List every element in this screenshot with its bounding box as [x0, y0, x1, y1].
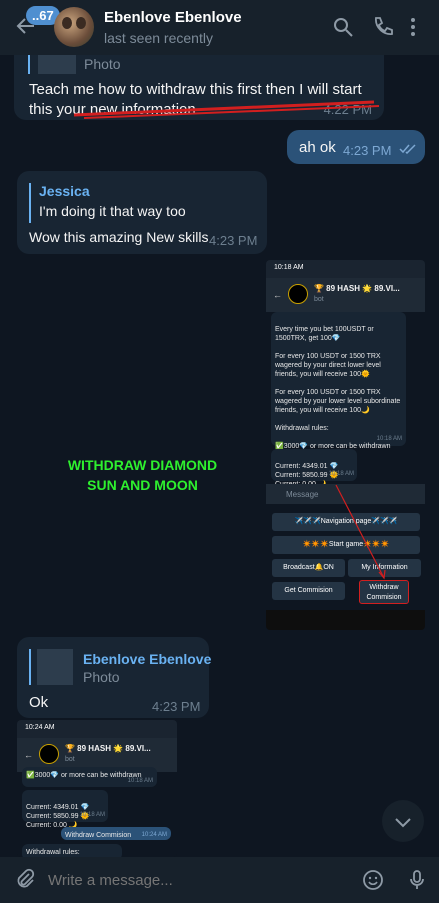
microphone-icon[interactable]	[405, 868, 429, 892]
bot-avatar	[39, 744, 59, 764]
more-icon[interactable]	[401, 15, 425, 39]
reply-subtitle: Photo	[83, 669, 120, 685]
message-bubble-outgoing[interactable]: ah ok 4:23 PM	[287, 130, 425, 164]
chat-status: last seen recently	[104, 30, 213, 46]
reply-preview[interactable]: Jessica I'm doing it that way too	[29, 183, 229, 223]
message-text: Wow this amazing New skills	[29, 229, 209, 245]
phone-time: 10:24 AM	[25, 724, 55, 731]
bot-message-text: ✅3000💎 or more can be withdrawn	[26, 772, 142, 779]
bot-subtitle: bot	[65, 756, 75, 763]
reply-thumbnail	[37, 649, 73, 685]
message-input[interactable]	[48, 865, 343, 895]
screenshot-image[interactable]: 10:24 AM ← 🏆 89 HASH 🌟 89.VI... bot ✅300…	[17, 720, 177, 857]
bot-message-text: Withdrawal rules:	[26, 849, 80, 856]
reply-text: I'm doing it that way too	[39, 203, 186, 219]
double-check-icon	[399, 144, 416, 154]
user-message-time: 10:24 AM	[141, 832, 167, 838]
message-bubble[interactable]: Ebenlove Ebenlove Photo Ok 4:23 PM	[17, 637, 211, 718]
bot-message-time: 10:18 AM	[79, 812, 105, 818]
bot-title: 🏆 89 HASH 🌟 89.VI...	[65, 744, 151, 753]
bot-message-time: 10:18 AM	[127, 778, 153, 784]
bot-message: Current: 4349.01 💎 Current: 5850.99 🌞 Cu…	[22, 790, 108, 829]
reply-preview[interactable]: Ebenlove Ebenlove Photo	[29, 649, 211, 685]
chevron-down-icon	[395, 818, 411, 828]
phone-back-icon: ←	[24, 750, 33, 760]
bot-message: Withdrawal rules:	[22, 844, 122, 857]
phone-nav-bar	[266, 610, 425, 630]
message-bubble[interactable]: Jessica I'm doing it that way too Wow th…	[17, 171, 267, 254]
message-composer	[0, 857, 439, 903]
message-time: 4:23 PM	[209, 233, 258, 248]
phone-status-bar: 10:24 AM	[17, 720, 177, 738]
reply-name: Jessica	[39, 183, 90, 199]
avatar[interactable]	[54, 7, 94, 47]
screenshot-image[interactable]: 10:18 AM ← 🏆 89 HASH 🌟 89.VI... bot Ever…	[266, 260, 425, 630]
reply-name: Ebenlove Ebenlove	[83, 651, 212, 667]
message-text: ah ok	[299, 139, 336, 156]
message-text: Ok	[29, 694, 49, 711]
chat-title[interactable]: Ebenlove Ebenlove	[104, 9, 242, 26]
chat-header: ..67 Ebenlove Ebenlove last seen recentl…	[0, 0, 439, 55]
message-time: 4:23 PM	[343, 143, 392, 158]
overlay-text: WITHDRAW DIAMOND SUN AND MOON	[67, 457, 218, 493]
message-time: 4:23 PM	[152, 699, 201, 714]
emoji-icon[interactable]	[361, 868, 385, 892]
search-icon[interactable]	[331, 15, 355, 39]
user-message-text: Withdraw Commision	[65, 832, 132, 839]
user-message: Withdraw Commision 10:24 AM	[61, 827, 171, 840]
phone-icon[interactable]	[371, 15, 395, 39]
scroll-down-button[interactable]	[382, 800, 424, 842]
red-arrow-annotation	[335, 484, 386, 580]
paperclip-icon[interactable]	[13, 868, 37, 892]
bot-message: ✅3000💎 or more can be withdrawn 10:18 AM	[22, 767, 157, 787]
